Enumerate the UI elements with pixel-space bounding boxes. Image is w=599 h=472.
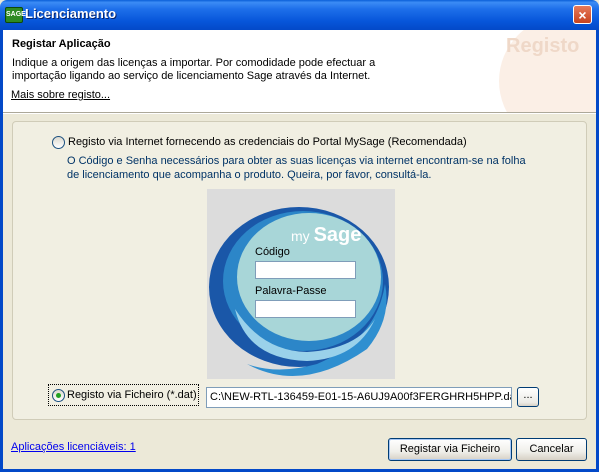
mysage-login-image: my Sage Código Palavra-Passe (207, 189, 395, 379)
mysage-swirl-graphic (209, 207, 389, 376)
password-label: Palavra-Passe (255, 285, 327, 297)
cancel-button[interactable]: Cancelar (516, 438, 587, 461)
header-panel: Registo Registar Aplicação Indique a ori… (3, 30, 596, 112)
page-title: Registar Aplicação (12, 38, 111, 50)
password-field[interactable] (255, 300, 356, 318)
register-via-file-button[interactable]: Registar via Ficheiro (388, 438, 512, 461)
radio-file[interactable] (52, 389, 65, 402)
licensable-applications-link[interactable]: Aplicações licenciáveis: 1 (11, 441, 136, 453)
title-bar[interactable]: SAGE Licenciamento × (0, 0, 599, 30)
header-description: Indique a origem das licenças a importar… (12, 57, 376, 82)
sage-app-icon: SAGE (5, 7, 26, 23)
header-divider (3, 112, 596, 114)
watermark-text: Registo (506, 35, 580, 57)
more-about-registration-link[interactable]: Mais sobre registo... (11, 89, 110, 101)
radio-internet-label[interactable]: Registo via Internet fornecendo as crede… (68, 136, 467, 148)
radio-file-label[interactable]: Registo via Ficheiro (*.dat) (67, 389, 197, 401)
mysage-logo: my Sage (291, 224, 362, 246)
radio-internet[interactable] (52, 136, 65, 149)
close-button[interactable]: × (573, 5, 592, 24)
window-title: Licenciamento (25, 6, 117, 21)
code-field[interactable] (255, 261, 356, 279)
code-label: Código (255, 246, 290, 258)
browse-button[interactable]: ... (517, 387, 539, 407)
close-icon: × (578, 7, 587, 23)
file-path-input[interactable]: C:\NEW-RTL-136459-E01-15-A6UJ9A00f3FERGH… (206, 387, 512, 408)
internet-info-text: O Código e Senha necessários para obter … (67, 155, 526, 181)
